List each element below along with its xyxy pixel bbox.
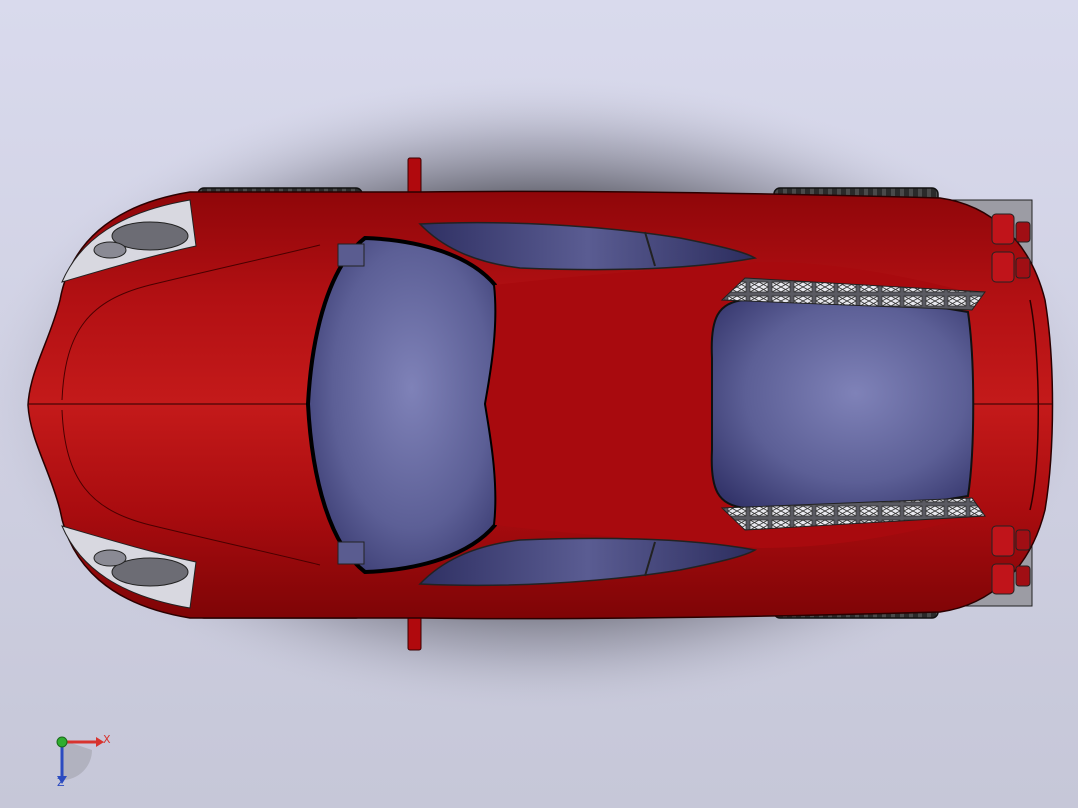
z-axis-label: Z	[57, 776, 65, 789]
windshield	[305, 235, 499, 575]
triad-plane-shade	[62, 740, 92, 780]
rear-engine-glass	[710, 297, 975, 511]
x-axis-label: X	[103, 733, 111, 746]
graphics-viewport[interactable]: X Z	[0, 0, 1078, 808]
y-axis-dot	[56, 736, 68, 748]
car-model[interactable]	[0, 0, 1078, 808]
right-cowl-vent	[337, 541, 365, 565]
left-cowl-vent	[337, 243, 365, 267]
